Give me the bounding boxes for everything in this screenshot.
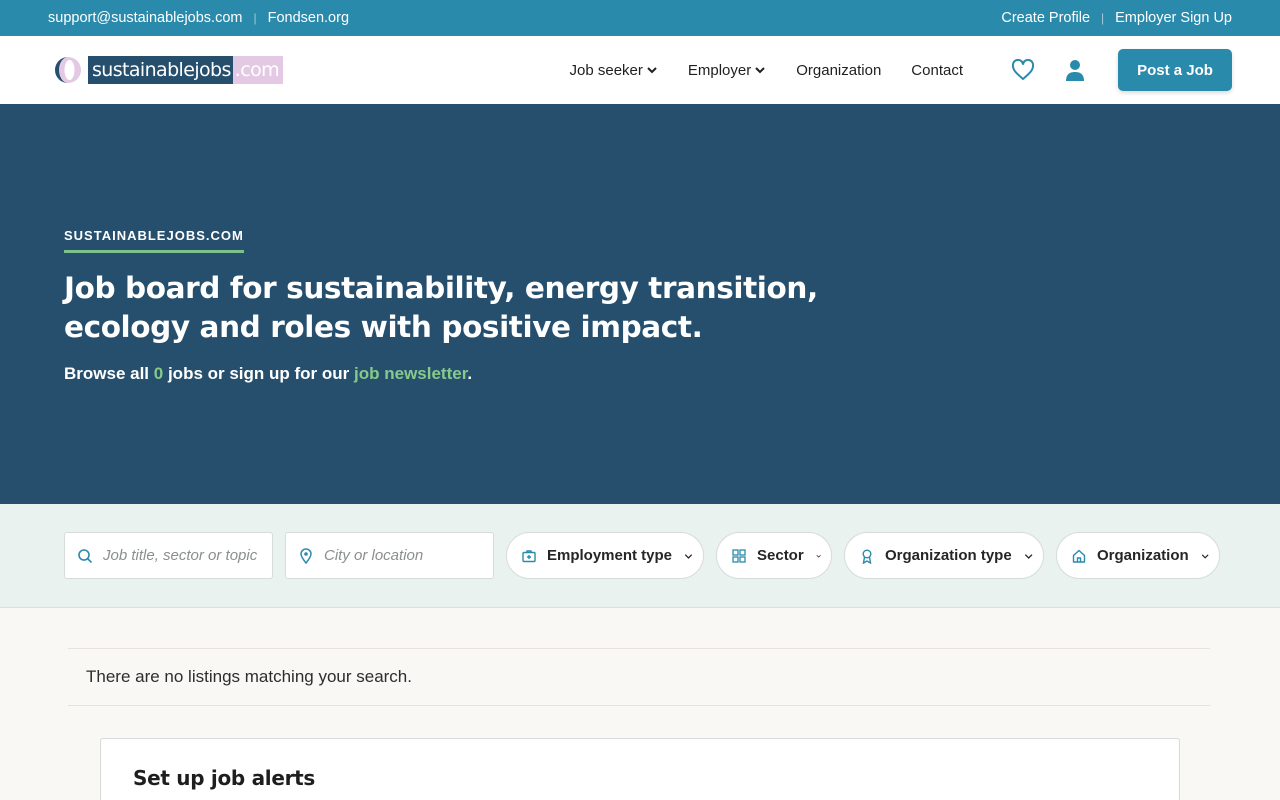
chevron-down-icon <box>684 553 693 559</box>
search-field[interactable] <box>64 532 273 579</box>
logo-tld-text: .com <box>232 56 284 84</box>
account-button[interactable] <box>1062 57 1088 83</box>
organization-dropdown[interactable]: Organization <box>1056 532 1220 579</box>
fondsen-link[interactable]: Fondsen.org <box>268 10 349 26</box>
briefcase-icon <box>522 549 536 562</box>
chevron-down-icon <box>647 67 657 74</box>
hero-title: Job board for sustainability, energy tra… <box>64 271 818 344</box>
site-logo[interactable]: sustainablejobs .com <box>54 56 284 84</box>
hero-section: SUSTAINABLEJOBS.COM Job board for sustai… <box>0 104 1280 504</box>
job-alerts-title: Set up job alerts <box>133 766 316 790</box>
support-email-link[interactable]: support@sustainablejobs.com <box>48 10 242 26</box>
chevron-down-icon <box>816 554 821 558</box>
employment-type-dropdown[interactable]: Employment type <box>506 532 704 579</box>
search-input[interactable] <box>103 547 260 564</box>
job-alerts-panel: Set up job alerts <box>100 738 1180 800</box>
chevron-down-icon <box>755 67 765 74</box>
hero-eyebrow: SUSTAINABLEJOBS.COM <box>64 228 244 253</box>
create-profile-link[interactable]: Create Profile <box>1001 10 1090 26</box>
employment-type-label: Employment type <box>547 547 673 564</box>
logo-main-text: sustainablejobs <box>88 56 233 84</box>
sector-label: Sector <box>757 547 804 564</box>
nav-contact[interactable]: Contact <box>896 62 978 79</box>
newsletter-link[interactable]: job newsletter <box>354 364 467 383</box>
hero-sub-middle: jobs or sign up for our <box>163 364 355 383</box>
sector-dropdown[interactable]: Sector <box>716 532 832 579</box>
organization-type-label: Organization type <box>885 547 1012 564</box>
main-nav: Job seeker Employer Organization Contact <box>555 62 979 79</box>
employer-signup-link[interactable]: Employer Sign Up <box>1115 10 1232 26</box>
map-pin-icon <box>300 547 312 564</box>
grid-icon <box>732 548 746 563</box>
separator: | <box>1101 11 1105 25</box>
hero-subtitle: Browse all 0 jobs or sign up for our job… <box>64 364 472 384</box>
results-empty-state: There are no listings matching your sear… <box>68 648 1210 706</box>
organization-label: Organization <box>1097 547 1189 564</box>
organization-type-dropdown[interactable]: Organization type <box>844 532 1044 579</box>
location-field[interactable] <box>285 532 494 579</box>
nav-job-seeker[interactable]: Job seeker <box>555 62 673 79</box>
hero-sub-suffix: . <box>467 364 473 383</box>
filter-bar: Employment type Sector Organization type… <box>0 504 1280 608</box>
award-icon <box>862 549 872 564</box>
location-input[interactable] <box>324 547 481 564</box>
post-job-button[interactable]: Post a Job <box>1118 49 1232 91</box>
nav-organization[interactable]: Organization <box>781 62 896 79</box>
hero-sub-prefix: Browse all <box>64 364 154 383</box>
heart-icon <box>1011 59 1035 80</box>
empty-message: There are no listings matching your sear… <box>86 667 412 686</box>
chevron-down-icon <box>1024 553 1033 559</box>
top-bar: support@sustainablejobs.com | Fondsen.or… <box>0 0 1280 36</box>
search-icon <box>78 548 93 563</box>
nav-employer-label: Employer <box>687 61 752 79</box>
nav-employer[interactable]: Employer <box>673 62 781 79</box>
nav-job-seeker-label: Job seeker <box>569 61 643 79</box>
job-count[interactable]: 0 <box>154 364 163 383</box>
chevron-down-icon <box>1201 553 1209 559</box>
main-header: sustainablejobs .com Job seeker Employer… <box>0 36 1280 104</box>
logo-mark-icon <box>55 57 81 83</box>
logo-wordmark: sustainablejobs .com <box>88 56 284 84</box>
favorites-button[interactable] <box>1010 57 1036 83</box>
user-icon <box>1066 60 1084 81</box>
separator: | <box>253 11 257 25</box>
home-icon <box>1072 549 1086 563</box>
